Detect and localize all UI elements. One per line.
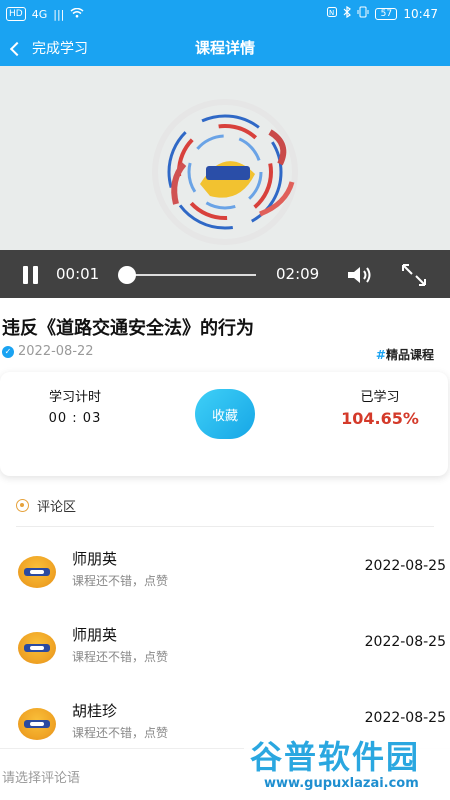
watermark: 谷普软件园 www.gupuxlazai.com — [244, 728, 450, 800]
video-player[interactable]: 00:01 02:09 — [0, 66, 450, 298]
course-date-wrap: ✓ 2022-08-22 — [2, 344, 94, 359]
comment-item: 师朋英 课程还不错，点赞 2022-08-25 — [0, 548, 450, 608]
study-time-label: 学习计时 — [48, 390, 101, 405]
comments-title: 评论区 — [37, 500, 77, 515]
player-controls: 00:01 02:09 — [0, 250, 450, 298]
status-right: N 57 10:47 — [327, 5, 438, 21]
watermark-url: www.gupuxlazai.com — [264, 776, 419, 791]
comment-date: 2022-08-25 — [364, 558, 446, 574]
watermark-text: 谷普软件园 — [250, 738, 421, 776]
comments-header: 评论区 — [16, 496, 76, 515]
stats-card: 学习计时 00 : 03 收藏 已学习 104.65% — [0, 372, 448, 476]
study-time-value: 00 : 03 — [48, 411, 102, 426]
comment-author: 师朋英 — [72, 550, 118, 568]
status-time: 10:47 — [403, 6, 438, 21]
avatar — [18, 556, 56, 588]
course-meta: ✓ 2022-08-22 #精品课程 — [2, 344, 448, 364]
study-timer: 学习计时 00 : 03 — [44, 386, 106, 426]
comment-text: 课程还不错，点赞 — [72, 574, 169, 588]
battery-indicator: 57 — [375, 7, 398, 20]
volume-icon[interactable] — [346, 264, 374, 286]
page-title: 课程详情 — [194, 39, 255, 57]
pause-button[interactable] — [22, 266, 40, 284]
hd-badge: HD — [6, 7, 26, 21]
course-tag: #精品课程 — [376, 346, 434, 363]
course-detail-page: HD 4G ||| N 57 10:47 完成学习 课程详情 00:01 02:… — [0, 0, 450, 800]
svg-text:N: N — [329, 9, 334, 17]
learned-label: 已学习 — [360, 390, 400, 405]
learned-progress: 已学习 104.65% — [320, 386, 440, 428]
navigation-bar: 完成学习 课程详情 — [0, 28, 450, 66]
comment-item: 师朋英 课程还不错，点赞 2022-08-25 — [0, 624, 450, 684]
avatar — [18, 708, 56, 740]
wifi-icon — [70, 7, 84, 21]
network-type: 4G — [31, 7, 48, 21]
course-tag-label: 精品课程 — [385, 348, 434, 362]
hash-icon: # — [375, 348, 386, 362]
favorite-button[interactable]: 收藏 — [195, 389, 255, 439]
comment-text: 课程还不错，点赞 — [72, 650, 169, 664]
comment-author: 胡桂珍 — [72, 702, 118, 720]
comment-input-placeholder[interactable]: 请选择评论语 — [2, 767, 80, 786]
bluetooth-icon — [343, 5, 352, 21]
status-bar: HD 4G ||| N 57 10:47 — [0, 0, 450, 28]
vibrate-icon — [357, 6, 369, 21]
current-time: 00:01 — [56, 265, 100, 283]
comments-divider — [16, 526, 434, 527]
comment-date: 2022-08-25 — [364, 634, 446, 650]
duration: 02:09 — [276, 265, 320, 283]
progress-track[interactable] — [126, 274, 256, 276]
status-left: HD 4G ||| — [6, 7, 84, 21]
fullscreen-icon[interactable] — [400, 262, 428, 288]
nfc-icon: N — [327, 7, 338, 20]
comment-date: 2022-08-25 — [364, 710, 446, 726]
video-frame-image — [152, 99, 298, 245]
learned-value: 104.65% — [341, 409, 419, 428]
comment-author: 师朋英 — [72, 626, 118, 644]
top-bar: HD 4G ||| N 57 10:47 完成学习 课程详情 — [0, 0, 450, 66]
progress-handle[interactable] — [118, 266, 136, 284]
signal-icon: ||| — [53, 7, 65, 21]
course-date: 2022-08-22 — [18, 344, 94, 359]
comment-text: 课程还不错，点赞 — [72, 726, 169, 740]
check-icon: ✓ — [2, 345, 14, 358]
course-title: 违反《道路交通安全法》的行为 — [2, 318, 254, 339]
comment-section-icon — [16, 499, 29, 512]
avatar — [18, 632, 56, 664]
